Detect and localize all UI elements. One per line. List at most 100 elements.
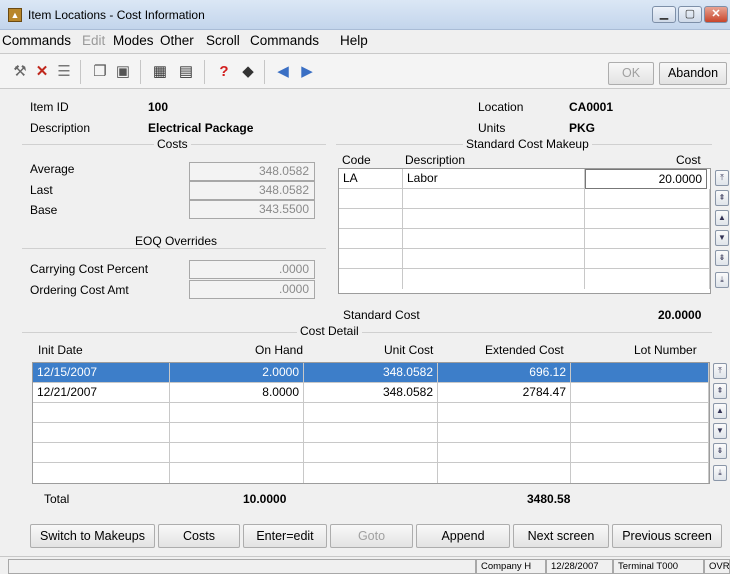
scroll-page-down-icon[interactable]: ⇟	[715, 250, 729, 266]
book-icon[interactable]: ◆	[238, 63, 258, 81]
menu-scroll[interactable]: Scroll	[206, 33, 240, 48]
makeup-cell[interactable]	[403, 249, 585, 269]
description-value[interactable]: Electrical Package	[148, 121, 253, 135]
scroll-bottom-icon[interactable]: ⤓	[715, 272, 729, 288]
toolbar-separator	[140, 60, 141, 84]
makeup-cell[interactable]	[403, 189, 585, 209]
makeup-cell[interactable]	[339, 249, 403, 269]
carrying-cost-field[interactable]: .0000	[189, 260, 315, 279]
tools-icon[interactable]: ⚒	[10, 63, 30, 81]
makeup-cell[interactable]	[585, 189, 710, 209]
ok-button[interactable]: OK	[608, 62, 654, 85]
scroll-down-icon[interactable]: ▼	[715, 230, 729, 246]
location-value[interactable]: CA0001	[569, 100, 613, 114]
menu-commands[interactable]: Commands	[2, 33, 71, 48]
units-label: Units	[478, 121, 506, 135]
detail-cell[interactable]	[304, 403, 438, 423]
detail-cell-unit-cost[interactable]: 348.0582	[304, 363, 438, 383]
detail-cell[interactable]	[170, 403, 304, 423]
makeup-cell[interactable]	[585, 209, 710, 229]
detail-cell-lot[interactable]	[571, 383, 709, 403]
makeup-cell[interactable]	[403, 229, 585, 249]
makeup-cell[interactable]	[585, 229, 710, 249]
makeup-cell-cost[interactable]: 20.0000	[585, 169, 707, 189]
makeup-cell-code[interactable]: LA	[339, 169, 403, 189]
detail-cell[interactable]	[170, 443, 304, 463]
detail-cell[interactable]	[438, 403, 571, 423]
makeup-cell[interactable]	[585, 249, 710, 269]
makeup-cell-description[interactable]: Labor	[403, 169, 585, 189]
makeup-cell[interactable]	[585, 269, 710, 289]
next-screen-button[interactable]: Next screen	[513, 524, 609, 548]
detail-cell[interactable]	[438, 463, 571, 483]
calendar-icon[interactable]: ▤	[176, 63, 196, 81]
back-arrow-icon[interactable]: ◀	[273, 63, 293, 81]
detail-cell[interactable]	[571, 463, 709, 483]
scroll-up-icon[interactable]: ▲	[715, 210, 729, 226]
ordering-cost-field[interactable]: .0000	[189, 280, 315, 299]
scroll-bottom-icon[interactable]: ⤓	[713, 465, 727, 481]
paste-icon[interactable]: ▣	[113, 63, 133, 81]
detail-cell[interactable]	[33, 423, 170, 443]
detail-cell[interactable]	[571, 423, 709, 443]
switch-to-makeups-button[interactable]: Switch to Makeups	[30, 524, 155, 548]
item-id-value[interactable]: 100	[148, 100, 168, 114]
menu-other[interactable]: Other	[160, 33, 194, 48]
costs-button[interactable]: Costs	[158, 524, 240, 548]
append-button[interactable]: Append	[416, 524, 510, 548]
detail-cell[interactable]	[571, 443, 709, 463]
scroll-up-icon[interactable]: ▲	[713, 403, 727, 419]
makeup-cell[interactable]	[339, 189, 403, 209]
copy-icon[interactable]: ❐	[90, 63, 110, 81]
makeup-cell[interactable]	[403, 209, 585, 229]
detail-cell[interactable]	[571, 403, 709, 423]
detail-cell[interactable]	[170, 423, 304, 443]
detail-cell-extended[interactable]: 2784.47	[438, 383, 571, 403]
menu-scroll-commands[interactable]: Commands	[250, 33, 319, 48]
makeup-cell[interactable]	[339, 229, 403, 249]
detail-cell-date[interactable]: 12/21/2007	[33, 383, 170, 403]
detail-cell-unit-cost[interactable]: 348.0582	[304, 383, 438, 403]
detail-cell-lot[interactable]	[571, 363, 709, 383]
detail-cell[interactable]	[304, 443, 438, 463]
enter-edit-button[interactable]: Enter=edit	[243, 524, 327, 548]
scroll-top-icon[interactable]: ⤒	[715, 170, 729, 186]
close-icon[interactable]: ✕	[704, 6, 728, 23]
menu-help[interactable]: Help	[340, 33, 368, 48]
detail-cell-extended[interactable]: 696.12	[438, 363, 571, 383]
minimize-icon[interactable]: ▁	[652, 6, 676, 23]
previous-screen-button[interactable]: Previous screen	[612, 524, 722, 548]
scroll-page-up-icon[interactable]: ⇞	[713, 383, 727, 399]
delete-icon[interactable]: ✕	[32, 63, 52, 81]
scroll-page-up-icon[interactable]: ⇞	[715, 190, 729, 206]
maximize-icon[interactable]: ▢	[678, 6, 702, 23]
detail-cell[interactable]	[33, 463, 170, 483]
average-field: 348.0582	[189, 162, 315, 181]
detail-cell[interactable]	[304, 463, 438, 483]
scroll-down-icon[interactable]: ▼	[713, 423, 727, 439]
calculator-icon[interactable]: ▦	[150, 63, 170, 81]
scroll-top-icon[interactable]: ⤒	[713, 363, 727, 379]
detail-cell[interactable]	[438, 423, 571, 443]
detail-cell[interactable]	[438, 443, 571, 463]
detail-cell-on-hand[interactable]: 8.0000	[170, 383, 304, 403]
detail-cell[interactable]	[33, 403, 170, 423]
goto-button[interactable]: Goto	[330, 524, 413, 548]
forward-arrow-icon[interactable]: ▶	[297, 63, 317, 81]
clear-list-icon[interactable]: ☰	[54, 63, 74, 81]
detail-cell-on-hand[interactable]: 2.0000	[170, 363, 304, 383]
status-date: 12/28/2007	[546, 559, 613, 574]
help-icon[interactable]: ?	[214, 63, 234, 81]
detail-grid: 12/15/2007 2.0000 348.0582 696.12 12/21/…	[32, 362, 710, 484]
makeup-cell[interactable]	[339, 209, 403, 229]
detail-cell-date[interactable]: 12/15/2007	[33, 363, 170, 383]
detail-cell[interactable]	[33, 443, 170, 463]
menu-edit[interactable]: Edit	[82, 33, 105, 48]
makeup-cell[interactable]	[403, 269, 585, 289]
detail-cell[interactable]	[170, 463, 304, 483]
menu-modes[interactable]: Modes	[113, 33, 154, 48]
scroll-page-down-icon[interactable]: ⇟	[713, 443, 727, 459]
abandon-button[interactable]: Abandon	[659, 62, 727, 85]
makeup-cell[interactable]	[339, 269, 403, 289]
detail-cell[interactable]	[304, 423, 438, 443]
